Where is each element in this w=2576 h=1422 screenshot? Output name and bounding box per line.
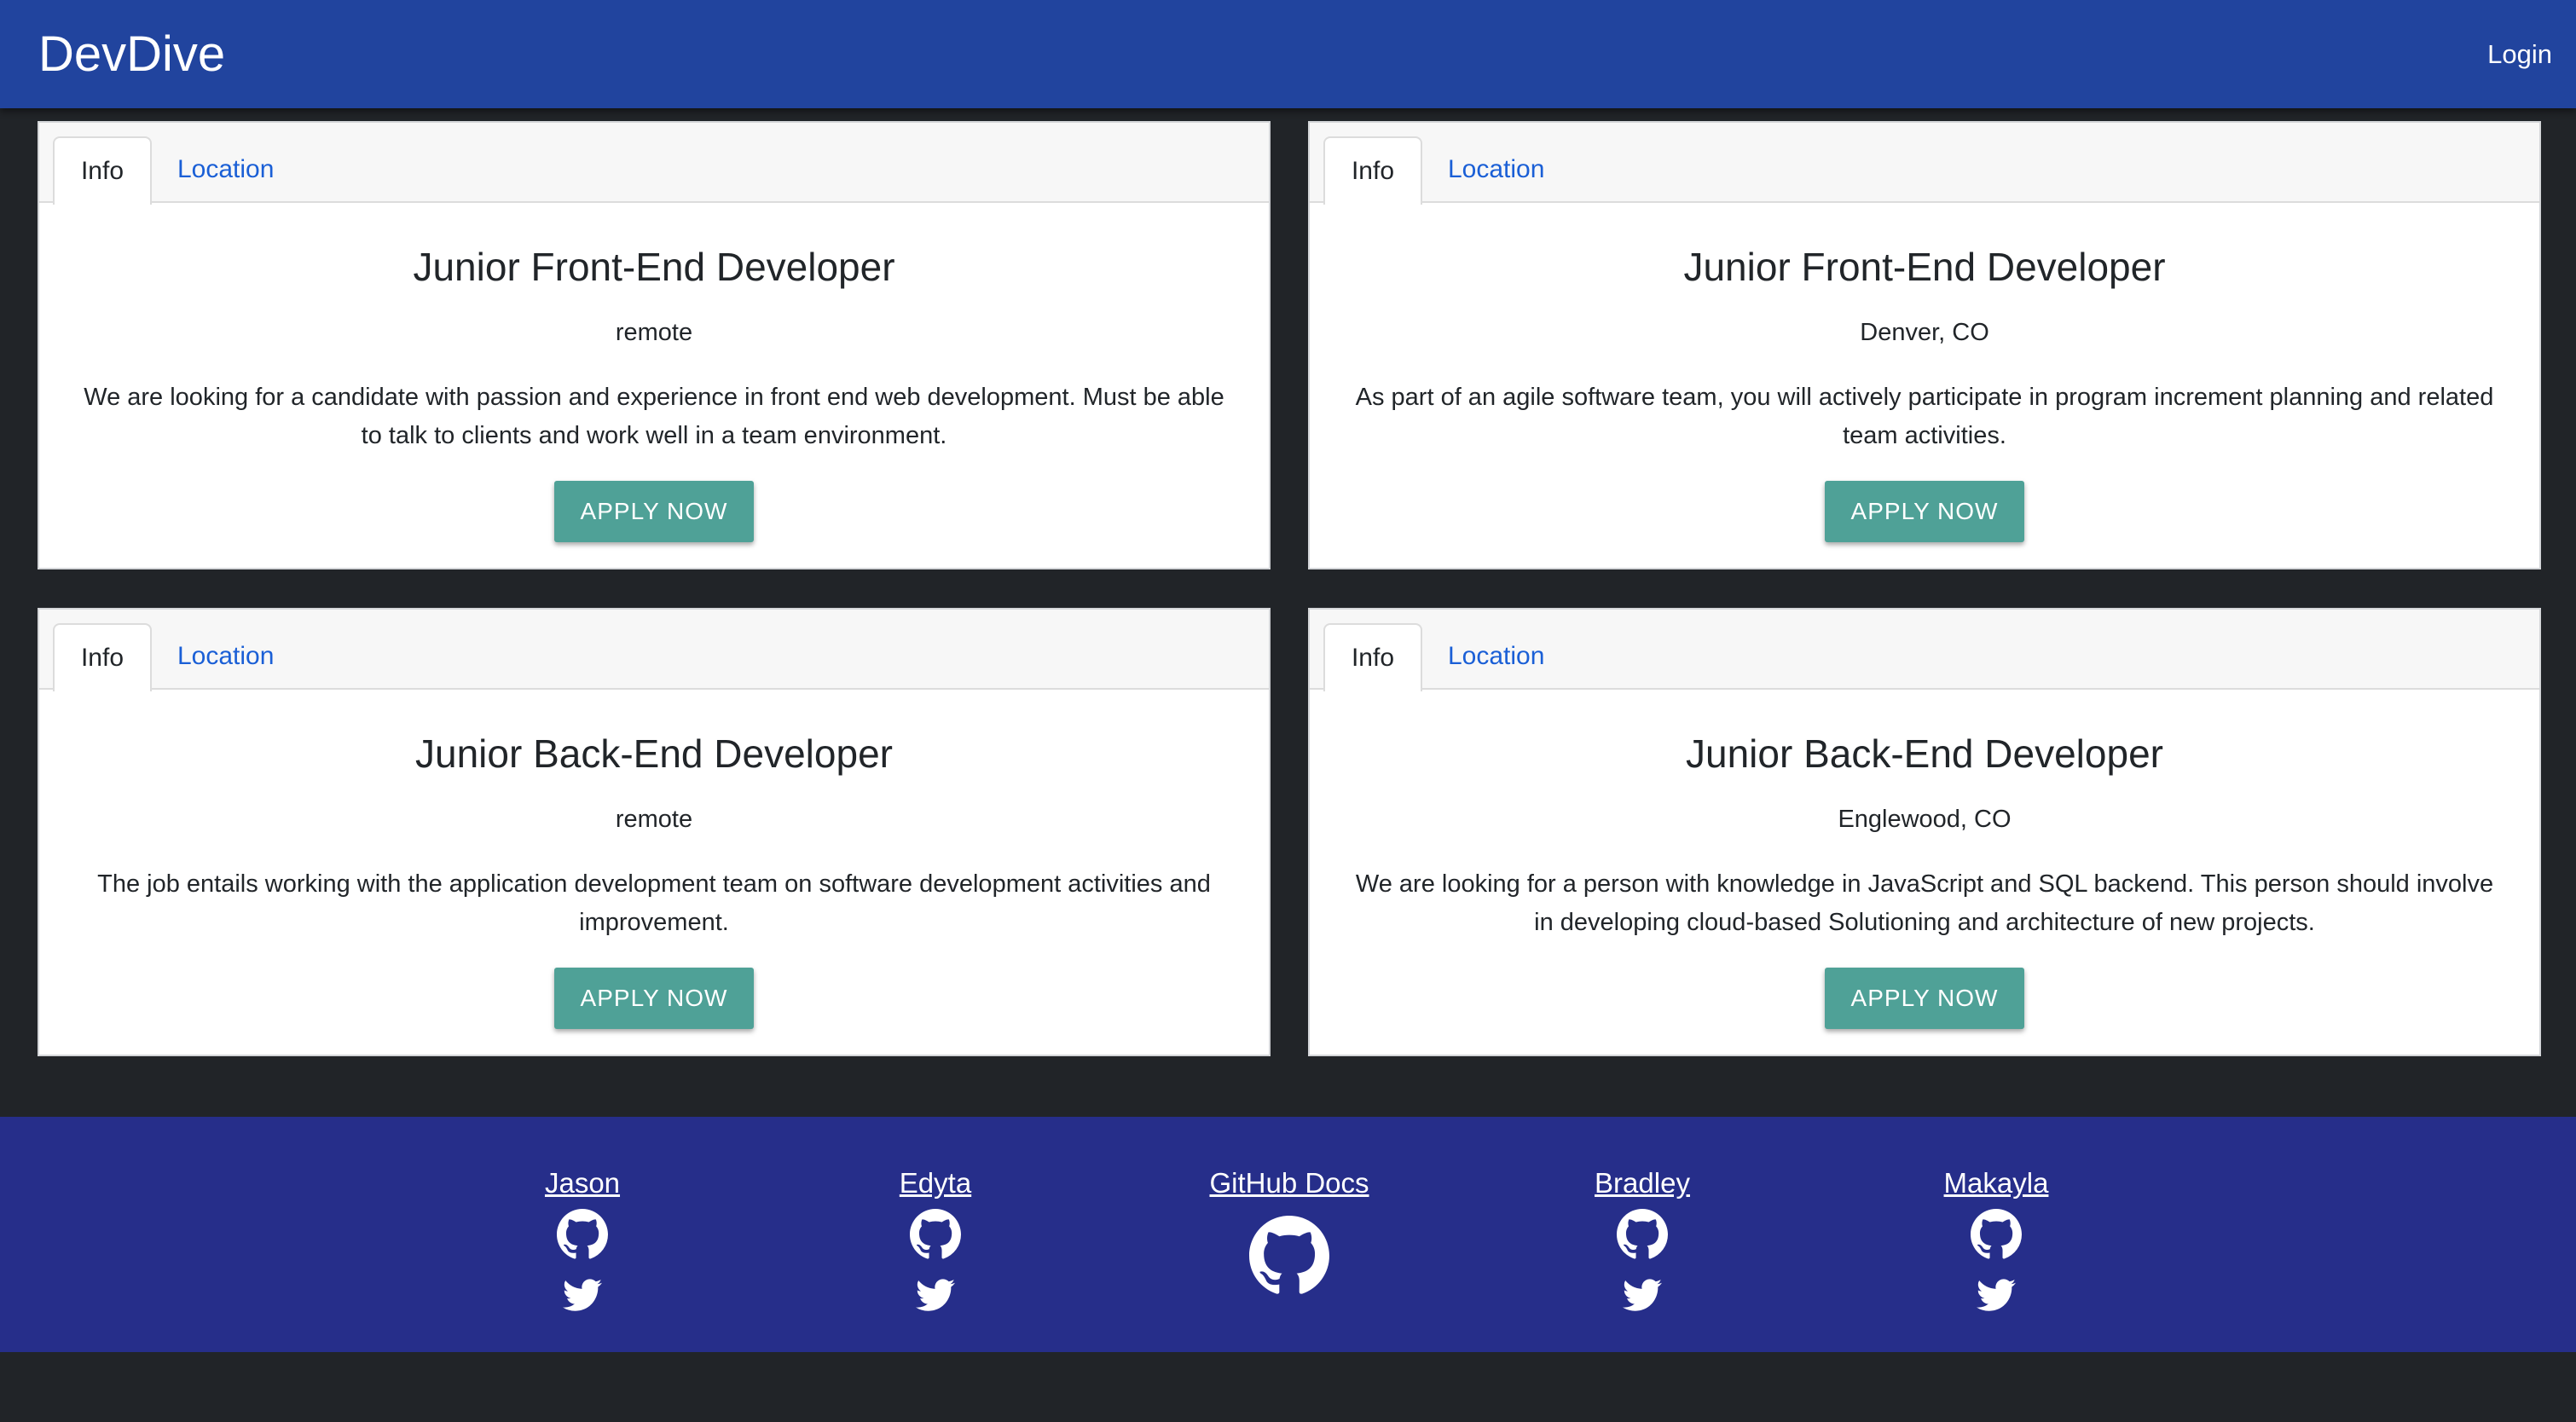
github-icon[interactable]: [557, 1209, 608, 1260]
brand-logo[interactable]: DevDive: [38, 25, 225, 84]
tab-info[interactable]: Info: [53, 623, 152, 691]
tab-location[interactable]: Location: [1448, 623, 1544, 690]
footer-member-edyta: Edyta: [808, 1166, 1063, 1315]
job-title: Junior Back-End Developer: [1686, 731, 2163, 776]
github-icon[interactable]: [1971, 1209, 2022, 1260]
member-name-link[interactable]: Edyta: [808, 1166, 1063, 1200]
github-docs-link[interactable]: GitHub Docs: [1161, 1166, 1417, 1200]
github-icon[interactable]: [1249, 1216, 1329, 1296]
job-description: We are looking for a candidate with pass…: [84, 384, 1224, 449]
tab-location[interactable]: Location: [177, 136, 274, 203]
card-tabs: Info Location: [1310, 610, 2539, 691]
job-location: Denver, CO: [1860, 319, 1989, 346]
job-description: As part of an agile software team, you w…: [1355, 384, 2494, 449]
twitter-icon[interactable]: [563, 1275, 602, 1315]
footer-member-makayla: Makayla: [1868, 1166, 2124, 1315]
job-card: Info Location Junior Front-End Developer…: [1308, 121, 2541, 569]
tab-location[interactable]: Location: [177, 623, 274, 690]
job-title: Junior Front-End Developer: [413, 245, 895, 289]
card-tabs: Info Location: [1310, 123, 2539, 205]
twitter-icon[interactable]: [1977, 1275, 2016, 1315]
job-title: Junior Back-End Developer: [415, 731, 893, 776]
apply-now-button[interactable]: APPLY NOW: [554, 968, 754, 1029]
card-tabs: Info Location: [39, 610, 1269, 691]
job-location: remote: [615, 806, 693, 833]
footer-github-docs: GitHub Docs: [1161, 1166, 1417, 1296]
footer: Jason Edyta GitHub Docs Bradley Makayla: [0, 1117, 2576, 1352]
footer-member-jason: Jason: [454, 1166, 710, 1315]
job-location: Englewood, CO: [1838, 806, 2012, 833]
member-name-link[interactable]: Makayla: [1868, 1166, 2124, 1200]
github-icon[interactable]: [910, 1209, 961, 1260]
job-card: Info Location Junior Front-End Developer…: [38, 121, 1271, 569]
login-link[interactable]: Login: [2487, 38, 2552, 72]
apply-now-button[interactable]: APPLY NOW: [1825, 968, 2024, 1029]
tab-location[interactable]: Location: [1448, 136, 1544, 203]
job-card: Info Location Junior Back-End Developer …: [38, 608, 1271, 1056]
job-description: We are looking for a person with knowled…: [1355, 870, 2494, 936]
member-name-link[interactable]: Bradley: [1514, 1166, 1770, 1200]
member-name-link[interactable]: Jason: [454, 1166, 710, 1200]
twitter-icon[interactable]: [1623, 1275, 1662, 1315]
tab-info[interactable]: Info: [53, 136, 152, 205]
job-location: remote: [615, 319, 693, 346]
github-icon[interactable]: [1617, 1209, 1668, 1260]
apply-now-button[interactable]: APPLY NOW: [1825, 481, 2024, 542]
tab-info[interactable]: Info: [1323, 623, 1422, 691]
job-description: The job entails working with the applica…: [97, 870, 1211, 936]
job-title: Junior Front-End Developer: [1683, 245, 2166, 289]
navbar: DevDive Login: [0, 0, 2576, 108]
apply-now-button[interactable]: APPLY NOW: [554, 481, 754, 542]
job-card: Info Location Junior Back-End Developer …: [1308, 608, 2541, 1056]
card-tabs: Info Location: [39, 123, 1269, 205]
footer-member-bradley: Bradley: [1514, 1166, 1770, 1315]
twitter-icon[interactable]: [916, 1275, 955, 1315]
tab-info[interactable]: Info: [1323, 136, 1422, 205]
